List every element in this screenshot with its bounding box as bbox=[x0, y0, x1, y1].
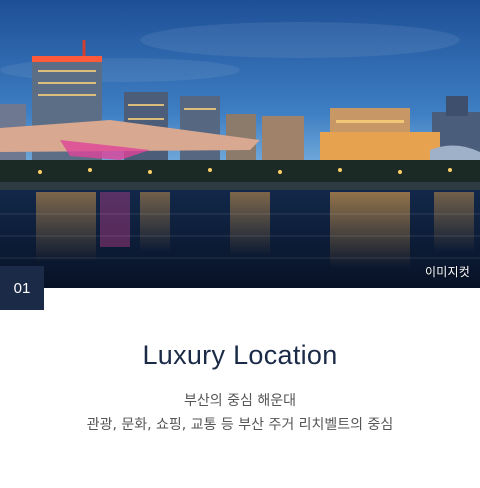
city-skyline-illustration bbox=[0, 0, 480, 288]
card-content: Luxury Location 부산의 중심 해운대 관광, 문화, 쇼핑, 교… bbox=[0, 310, 480, 437]
description-line-1: 부산의 중심 해운대 bbox=[184, 393, 296, 409]
card-title: Luxury Location bbox=[142, 340, 338, 370]
description-line-2: 관광, 문화, 쇼핑, 교통 등 부산 주거 리치벨트의 중심 bbox=[86, 417, 394, 433]
card-description: 부산의 중심 해운대 관광, 문화, 쇼핑, 교통 등 부산 주거 리치벨트의 … bbox=[0, 389, 480, 437]
image-caption: 이미지컷 bbox=[425, 265, 470, 279]
hero-image: 이미지컷 bbox=[0, 0, 480, 288]
location-card: 이미지컷 01 Luxury Location 부산의 중심 해운대 관광, 문… bbox=[0, 0, 480, 488]
item-number: 01 bbox=[13, 279, 31, 297]
item-number-badge: 01 bbox=[0, 266, 44, 310]
